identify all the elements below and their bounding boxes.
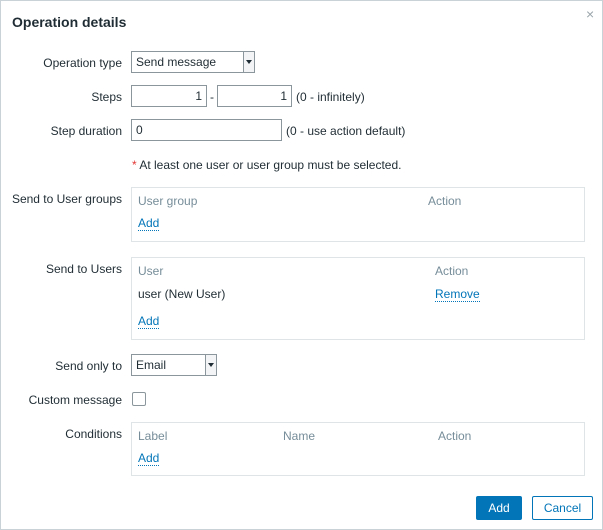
steps-from-input[interactable] [131, 85, 207, 107]
chevron-down-icon [243, 52, 254, 72]
required-asterisk: * [132, 158, 137, 172]
operation-details-dialog: Operation details × Operation type Send … [0, 0, 603, 530]
steps-hint: (0 - infinitely) [296, 90, 365, 104]
conditions-table: Label Name Action Add [131, 422, 585, 476]
send-only-to-value: Email [136, 358, 167, 372]
operation-type-value: Send message [136, 55, 217, 69]
users-table: User Action user (New User) Remove Add [131, 257, 585, 340]
steps-label: Steps [91, 90, 122, 104]
send-only-to-select[interactable]: Email [131, 354, 217, 376]
conditions-add-link[interactable]: Add [138, 451, 160, 466]
conditions-col-name: Name [283, 429, 316, 443]
conditions-label: Conditions [65, 427, 122, 441]
chevron-down-icon [205, 355, 216, 375]
users-add-link[interactable]: Add [138, 314, 160, 329]
step-duration-hint: (0 - use action default) [286, 124, 406, 138]
step-duration-label: Step duration [50, 124, 122, 138]
cancel-button[interactable]: Cancel [532, 496, 593, 520]
steps-to-input[interactable] [217, 85, 292, 107]
operation-type-select[interactable]: Send message [131, 51, 255, 73]
user-groups-label: Send to User groups [11, 192, 122, 206]
user-groups-table: User group Action Add [131, 187, 585, 242]
send-only-to-label: Send only to [55, 359, 122, 373]
steps-separator: - [210, 90, 214, 104]
conditions-col-label: Label [138, 429, 168, 443]
custom-message-label: Custom message [28, 393, 122, 407]
operation-type-label: Operation type [43, 56, 122, 70]
users-row-user: user (New User) [138, 287, 226, 301]
users-row-remove-link[interactable]: Remove [435, 287, 480, 302]
user-groups-col-user-group: User group [138, 194, 198, 208]
add-button[interactable]: Add [476, 496, 522, 520]
dialog-title: Operation details [12, 14, 127, 30]
user-groups-col-action: Action [428, 194, 462, 208]
required-notice-text: At least one user or user group must be … [139, 158, 402, 172]
close-icon[interactable]: × [586, 7, 594, 21]
users-label: Send to Users [45, 262, 122, 276]
users-col-action: Action [435, 264, 469, 278]
conditions-col-action: Action [438, 429, 472, 443]
user-groups-add-link[interactable]: Add [138, 216, 160, 231]
users-col-user: User [138, 264, 164, 278]
custom-message-checkbox[interactable] [132, 392, 146, 406]
step-duration-input[interactable] [131, 119, 282, 141]
required-notice: * At least one user or user group must b… [132, 158, 402, 172]
